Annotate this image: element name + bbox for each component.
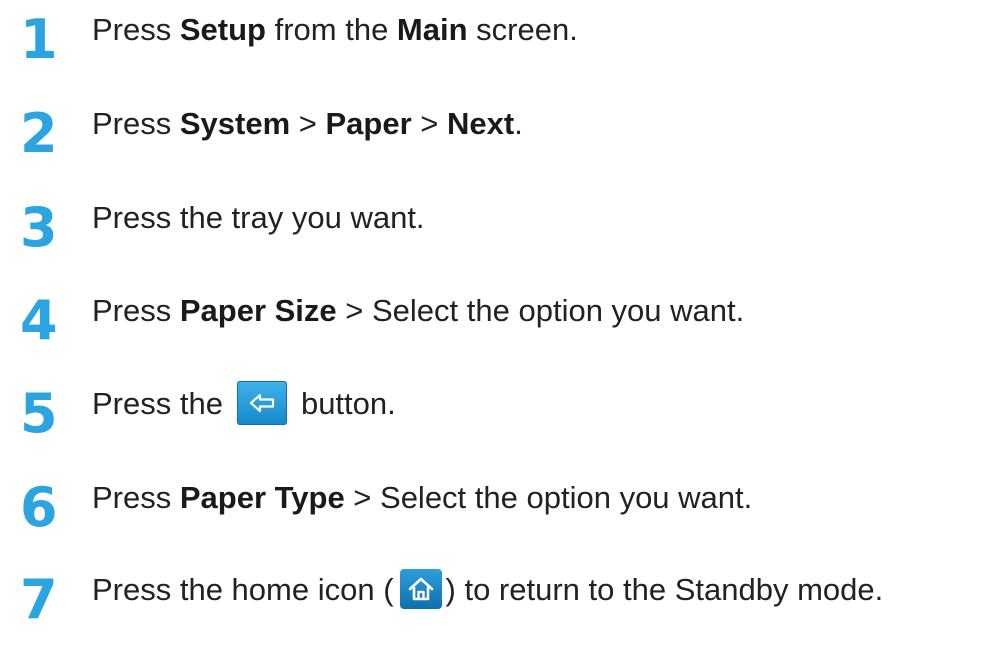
step-2: 2 Press System > Paper > Next. [0,104,1000,164]
instruction-steps: 1 Press Setup from the Main screen. 2 Pr… [0,0,1000,665]
step-5: 5 Press the button. [0,380,1000,445]
step-number: 3 [20,196,58,259]
step-text: Press System > Paper > Next. [92,106,523,141]
step-text: Press Setup from the Main screen. [92,12,578,47]
step-text: Press the button. [92,380,396,425]
step-text: Press Paper Size > Select the option you… [92,293,745,328]
back-arrow-icon [249,393,275,412]
step-text: Press Paper Type > Select the option you… [92,480,753,515]
step-number: 7 [20,568,58,631]
step-number: 4 [20,289,58,352]
step-7: 7 Press the home icon () to return to th… [0,568,1000,631]
step-text: Press the tray you want. [92,200,425,235]
step-4: 4 Press Paper Size > Select the option y… [0,291,1000,351]
step-3: 3 Press the tray you want. [0,198,1000,258]
step-6: 6 Press Paper Type > Select the option y… [0,478,1000,538]
back-button-illustration [236,380,287,425]
step-number: 2 [20,102,58,165]
step-1: 1 Press Setup from the Main screen. [0,10,1000,70]
step-number: 1 [20,8,58,71]
step-text: Press the home icon () to return to the … [92,568,883,609]
home-button-illustration [399,568,442,609]
home-icon [408,577,433,601]
step-number: 5 [20,382,58,445]
step-number: 6 [20,476,58,539]
